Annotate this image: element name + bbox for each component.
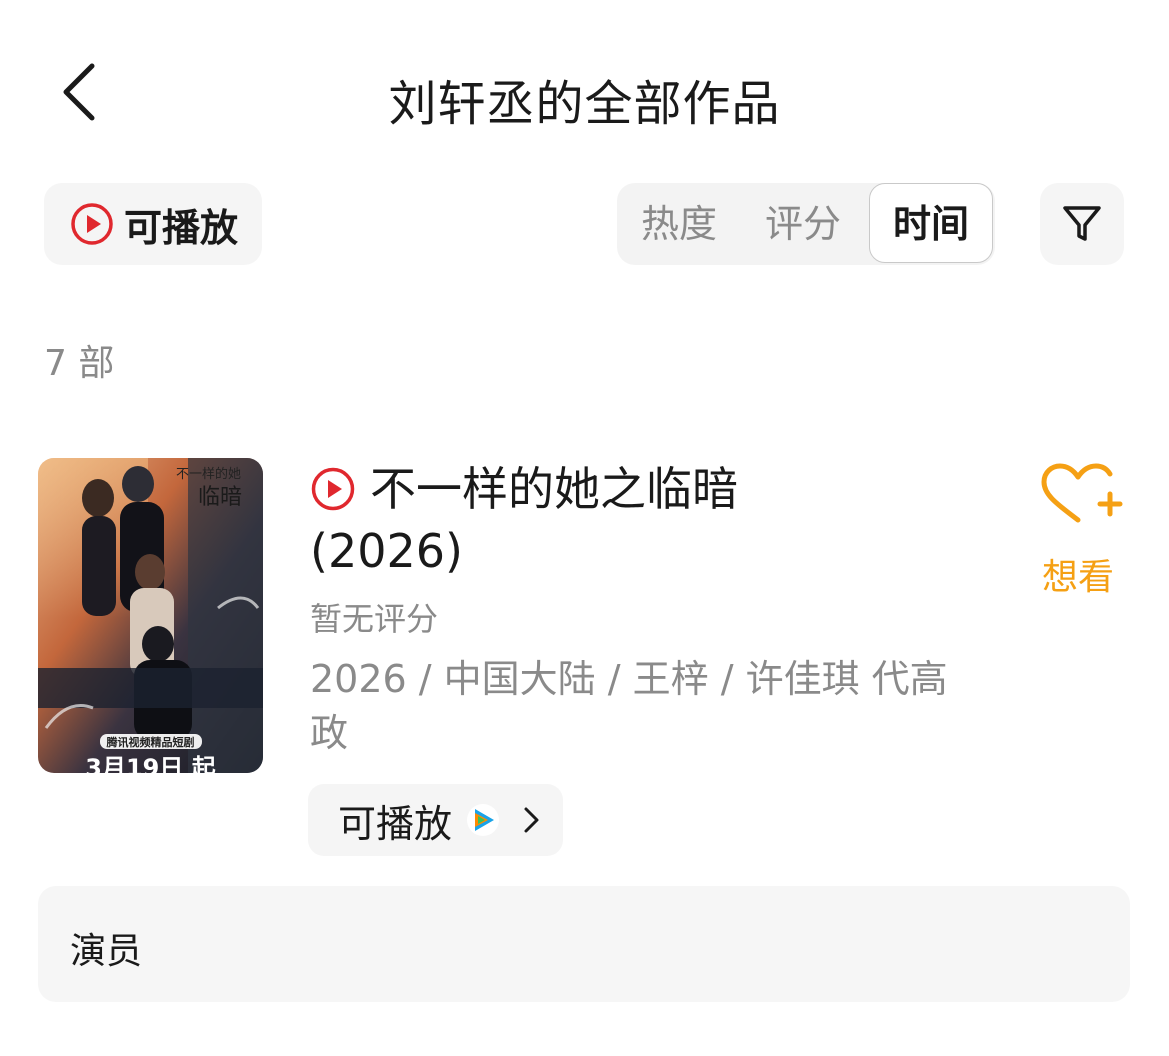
work-year: (2026) bbox=[310, 524, 463, 578]
want-to-watch-label: 想看 bbox=[1041, 557, 1114, 598]
chevron-right-icon bbox=[524, 807, 539, 833]
filter-button[interactable] bbox=[1040, 183, 1124, 265]
sort-tabs: 热度 评分 时间 bbox=[617, 183, 995, 265]
actor-section[interactable]: 演员 bbox=[38, 886, 1130, 1002]
page-title: 刘轩丞的全部作品 bbox=[388, 76, 781, 132]
work-title[interactable]: 不一样的她之临暗 bbox=[310, 460, 830, 518]
svg-text:临暗: 临暗 bbox=[198, 485, 242, 510]
tencent-video-icon bbox=[467, 804, 500, 836]
want-to-watch-button[interactable]: 想看 bbox=[1030, 460, 1126, 600]
sort-tab-time[interactable]: 时间 bbox=[869, 183, 993, 263]
play-circle-icon bbox=[71, 203, 113, 245]
actor-section-label: 演员 bbox=[70, 931, 143, 972]
heart-plus-icon bbox=[1041, 463, 1123, 523]
works-count: 7 部 bbox=[44, 343, 115, 384]
work-rating: 暂无评分 bbox=[310, 600, 439, 638]
work-title-text: 不一样的她之临暗 bbox=[370, 462, 738, 516]
play-circle-icon bbox=[311, 467, 355, 511]
work-poster[interactable]: 不一样的她 临暗 腾讯视频精品短剧 3月19日 起 bbox=[38, 458, 263, 773]
work-meta: 2026 / 中国大陆 / 王梓 / 许佳琪 代高政 bbox=[310, 657, 948, 755]
header: 刘轩丞的全部作品 bbox=[0, 0, 1169, 190]
playable-filter-label: 可播放 bbox=[124, 205, 239, 250]
play-source-label: 可播放 bbox=[338, 801, 453, 846]
svg-text:不一样的她: 不一样的她 bbox=[176, 466, 241, 482]
playable-filter-button[interactable]: 可播放 bbox=[44, 183, 262, 265]
funnel-icon bbox=[1063, 206, 1101, 241]
sort-tab-popularity[interactable]: 热度 bbox=[617, 183, 741, 265]
poster-image: 不一样的她 临暗 bbox=[38, 458, 263, 773]
play-source-button[interactable]: 可播放 bbox=[308, 784, 563, 856]
sort-tab-rating[interactable]: 评分 bbox=[741, 183, 865, 265]
poster-release-date: 3月19日 起 bbox=[85, 754, 216, 773]
